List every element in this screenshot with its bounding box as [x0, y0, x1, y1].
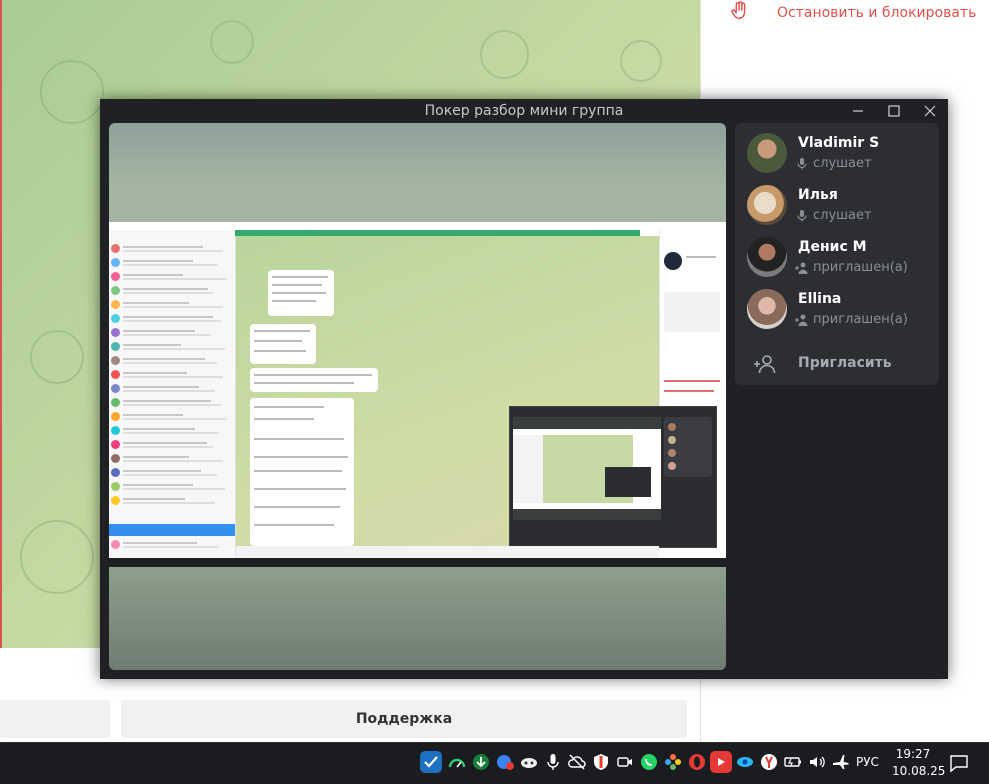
shared-chat-list [109, 230, 236, 558]
person-add-icon [795, 262, 808, 274]
avatar [747, 237, 787, 277]
secondary-button[interactable] [0, 700, 110, 738]
gamepad-icon[interactable] [518, 751, 540, 773]
hand-stop-icon [729, 0, 751, 26]
tray-app-1-icon[interactable] [420, 751, 442, 773]
participant-name: Денис М [798, 239, 867, 255]
video-call-window: Покер разбор мини группа Vladimir S слуш… [100, 99, 948, 679]
yandex-browser-icon[interactable] [758, 751, 780, 773]
participant-vladimir[interactable]: Vladimir S слушает [735, 127, 939, 179]
battery-icon[interactable] [782, 751, 804, 773]
participants-panel: Vladimir S слушает Илья слушает Денис М … [735, 123, 939, 385]
maximize-icon [888, 105, 900, 117]
clock-time: 19:27 [895, 747, 931, 761]
volume-icon[interactable] [806, 751, 828, 773]
whatsapp-icon[interactable] [638, 751, 660, 773]
taskbar: РУС 19:27 10.08.25 [0, 742, 989, 784]
participant-status: приглашен(а) [795, 312, 908, 327]
participant-status: слушает [795, 208, 872, 223]
maximize-button[interactable] [876, 99, 912, 123]
language-indicator[interactable]: РУС [856, 755, 879, 769]
participant-ilya[interactable]: Илья слушает [735, 179, 939, 231]
minimize-button[interactable] [840, 99, 876, 123]
mic-muted-icon [797, 157, 807, 169]
shared-bottom-bar [236, 546, 659, 558]
participant-name: Илья [798, 187, 838, 203]
stop-and-block-label: Остановить и блокировать [777, 5, 977, 21]
person-add-icon [795, 314, 808, 326]
gauge-icon[interactable] [446, 751, 468, 773]
shared-screen [109, 222, 726, 567]
avatar [747, 185, 787, 225]
participant-status: приглашен(а) [795, 260, 908, 275]
close-icon [924, 105, 936, 117]
invite-button[interactable]: Пригласить [735, 347, 939, 379]
participant-denis[interactable]: Денис М приглашен(а) [735, 231, 939, 283]
nested-call-window [509, 406, 717, 548]
clock[interactable]: 19:27 10.08.25 [892, 746, 946, 780]
person-add-icon [754, 355, 776, 374]
record-icon[interactable] [710, 751, 732, 773]
avatar [747, 133, 787, 173]
call-title: Покер разбор мини группа [424, 103, 624, 119]
microphone-icon[interactable] [542, 751, 564, 773]
cloud-off-icon[interactable] [566, 751, 588, 773]
participant-status: слушает [795, 156, 872, 171]
notification-icon [950, 755, 968, 773]
download-icon[interactable] [470, 751, 492, 773]
mic-muted-icon [797, 209, 807, 221]
screen-share-stage[interactable] [109, 123, 726, 670]
camera-icon[interactable] [614, 751, 636, 773]
window-border [0, 0, 2, 742]
opera-icon[interactable] [686, 751, 708, 773]
shield-icon[interactable] [590, 751, 612, 773]
stop-and-block-button[interactable]: Остановить и блокировать [729, 0, 976, 26]
eye-icon[interactable] [734, 751, 756, 773]
participant-ellina[interactable]: Ellina приглашен(а) [735, 283, 939, 335]
airplane-icon[interactable] [830, 751, 852, 773]
flower-icon[interactable] [662, 751, 684, 773]
invite-label: Пригласить [798, 355, 892, 371]
support-button[interactable]: Поддержка [121, 700, 687, 738]
clock-date: 10.08.25 [892, 764, 946, 778]
avatar [747, 289, 787, 329]
close-button[interactable] [912, 99, 948, 123]
minimize-icon [853, 110, 863, 112]
shared-taskbar [109, 558, 726, 567]
participant-name: Ellina [798, 291, 842, 307]
stage-blur [109, 567, 726, 670]
notification-button[interactable] [948, 752, 970, 774]
tray-badge-icon[interactable] [494, 751, 516, 773]
participant-name: Vladimir S [798, 135, 880, 151]
